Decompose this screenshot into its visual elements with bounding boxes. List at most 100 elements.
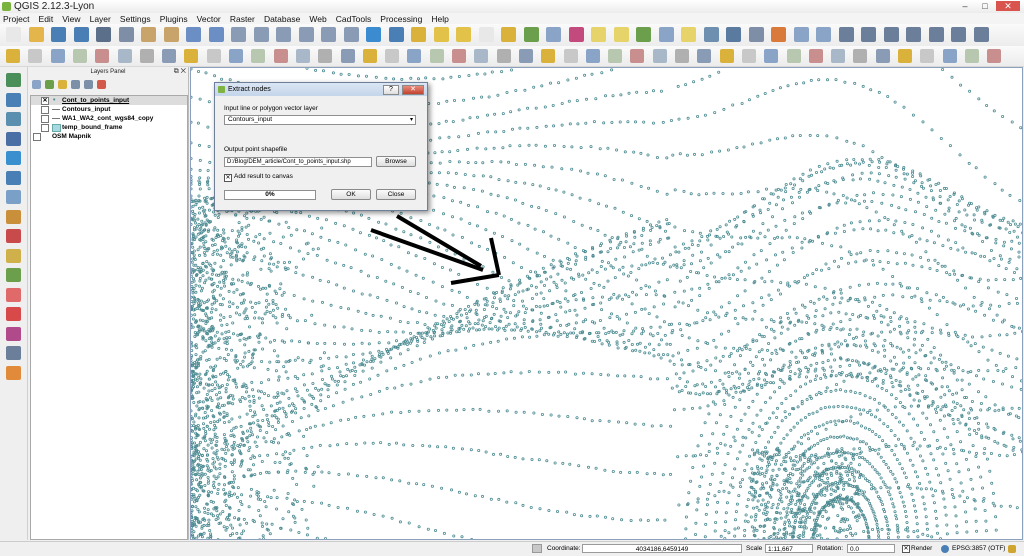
html-annotation-icon[interactable]	[659, 27, 674, 42]
move-feature-icon[interactable]	[95, 49, 109, 63]
attribute-table-icon[interactable]	[479, 27, 494, 42]
orthogonal-icon[interactable]	[742, 49, 756, 63]
remove-layer-icon[interactable]	[97, 80, 106, 89]
model-icon[interactable]	[876, 49, 890, 63]
delete-ring-icon[interactable]	[586, 49, 600, 63]
csv-icon[interactable]	[318, 49, 332, 63]
filter-legend-icon[interactable]	[58, 80, 67, 89]
cad-icon[interactable]	[675, 49, 689, 63]
cut-features-icon[interactable]	[162, 49, 176, 63]
zoom-actual-icon[interactable]	[231, 27, 246, 42]
add-part-icon[interactable]	[541, 49, 555, 63]
composer-manager-icon[interactable]	[119, 27, 134, 42]
intersection-icon[interactable]	[787, 49, 801, 63]
add-wfs-icon[interactable]	[6, 190, 21, 204]
layer-item[interactable]: OSM Mapnik	[31, 132, 187, 141]
parallel-icon[interactable]	[764, 49, 778, 63]
measure-icon[interactable]	[546, 27, 561, 42]
pan-selection-icon[interactable]	[164, 27, 179, 42]
text-annotation-icon[interactable]	[591, 27, 606, 42]
snap-icon[interactable]	[385, 49, 399, 63]
close-panel-icon[interactable]: ✕	[181, 68, 186, 75]
add-oracle-icon[interactable]	[6, 288, 21, 302]
vector-add-icon[interactable]	[274, 49, 288, 63]
history-icon[interactable]	[898, 49, 912, 63]
add-ring-icon[interactable]	[519, 49, 533, 63]
results-icon[interactable]	[920, 49, 934, 63]
delete-part-icon[interactable]	[608, 49, 622, 63]
pan-icon[interactable]	[141, 27, 156, 42]
layer-item[interactable]: Contours_input	[31, 105, 187, 114]
remove-icon[interactable]	[6, 307, 21, 321]
stats-icon[interactable]	[6, 327, 21, 341]
simplify-icon[interactable]	[497, 49, 511, 63]
action-icon[interactable]	[411, 27, 426, 42]
maximize-button[interactable]: □	[976, 1, 994, 11]
new-project-icon[interactable]	[6, 27, 21, 42]
layer-item[interactable]: temp_bound_frame	[31, 123, 187, 132]
zoom-in-icon[interactable]	[186, 27, 201, 42]
svg-annotation-icon[interactable]	[636, 27, 651, 42]
trace-icon[interactable]	[809, 49, 823, 63]
new-shapefile-icon[interactable]	[6, 249, 21, 263]
add-postgis-icon[interactable]	[6, 132, 21, 146]
save-edits-icon[interactable]	[51, 49, 65, 63]
plugins-icon[interactable]	[831, 49, 845, 63]
add-vector-icon[interactable]	[6, 73, 21, 87]
zoom-last-icon[interactable]	[321, 27, 336, 42]
field-calc-icon[interactable]	[501, 27, 516, 42]
field-icon[interactable]	[965, 49, 979, 63]
open-project-icon[interactable]	[29, 27, 44, 42]
split-icon[interactable]	[430, 49, 444, 63]
geometry-checker-icon[interactable]	[296, 49, 310, 63]
layer-visibility-checkbox[interactable]	[41, 115, 49, 123]
circle-icon[interactable]	[697, 49, 711, 63]
float-panel-icon[interactable]: ⧉	[174, 68, 179, 75]
digitize-icon[interactable]	[653, 49, 667, 63]
node-tool-icon[interactable]	[118, 49, 132, 63]
move-label-icon[interactable]	[884, 27, 899, 42]
deselect-icon[interactable]	[456, 27, 471, 42]
undo-icon[interactable]	[794, 27, 809, 42]
show-bookmarks-icon[interactable]	[726, 27, 741, 42]
bookmark-icon[interactable]	[704, 27, 719, 42]
add-wms-icon[interactable]	[6, 151, 21, 165]
annotation-icon[interactable]	[569, 27, 584, 42]
fill-ring-icon[interactable]	[564, 49, 578, 63]
save-project-icon[interactable]	[51, 27, 66, 42]
refresh-icon[interactable]	[366, 27, 381, 42]
zoom-selection-icon[interactable]	[299, 27, 314, 42]
add-spatialite-icon[interactable]	[6, 112, 21, 126]
layer-visibility-checkbox[interactable]	[41, 106, 49, 114]
merge-icon[interactable]	[452, 49, 466, 63]
expand-all-icon[interactable]	[71, 80, 80, 89]
layer-visibility-checkbox[interactable]: ✕	[41, 97, 49, 105]
label-icon[interactable]	[839, 27, 854, 42]
current-edits-icon[interactable]	[6, 49, 20, 63]
zoom-full-icon[interactable]	[254, 27, 269, 42]
measure-line-icon[interactable]	[6, 346, 21, 360]
python-console-icon[interactable]	[229, 49, 243, 63]
openlayers-icon[interactable]	[943, 49, 957, 63]
redo-icon[interactable]	[816, 27, 831, 42]
reshape-icon[interactable]	[407, 49, 421, 63]
delete-selected-icon[interactable]	[140, 49, 154, 63]
offset-curve-icon[interactable]	[474, 49, 488, 63]
map-tips-icon[interactable]	[681, 27, 696, 42]
layer-item[interactable]: WA1_WA2_cont_wgs84_copy	[31, 114, 187, 123]
spatial-query-icon[interactable]	[341, 49, 355, 63]
rotate-label-icon[interactable]	[906, 27, 921, 42]
add-group-icon[interactable]	[45, 80, 54, 89]
layer-visibility-checkbox[interactable]	[33, 133, 41, 141]
close-button[interactable]: ✕	[996, 1, 1020, 11]
select-icon[interactable]	[434, 27, 449, 42]
layer-visibility-checkbox[interactable]	[41, 124, 49, 132]
rotate-icon[interactable]	[630, 49, 644, 63]
add-wcs-icon[interactable]	[6, 171, 21, 185]
add-delimited-icon[interactable]	[6, 229, 21, 243]
vertex-icon[interactable]	[987, 49, 1001, 63]
grass-icon[interactable]	[251, 49, 265, 63]
change-label-icon[interactable]	[929, 27, 944, 42]
minimize-button[interactable]: –	[956, 1, 974, 11]
collapse-all-icon[interactable]	[84, 80, 93, 89]
